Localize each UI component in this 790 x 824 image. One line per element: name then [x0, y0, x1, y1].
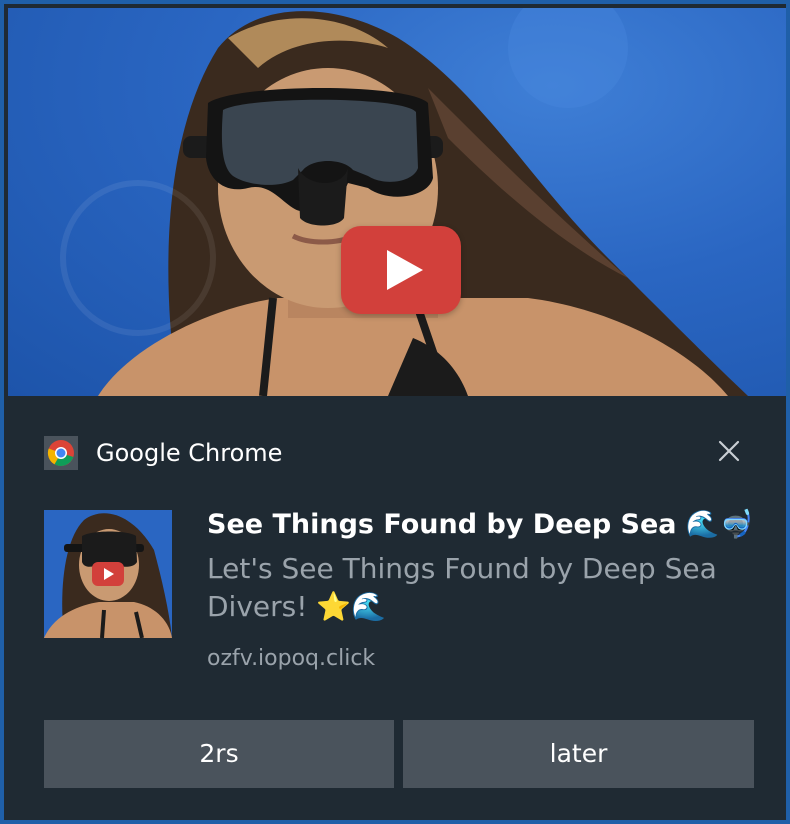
notification-source: ozfv.iopoq.click — [207, 646, 376, 671]
hero-image[interactable] — [8, 8, 786, 396]
chrome-notification-toast[interactable]: Google Chrome See Things Found by Deep S… — [0, 0, 790, 824]
chrome-logo-icon — [44, 436, 78, 470]
notification-title: See Things Found by Deep Sea 🌊🤿 — [207, 509, 754, 540]
action-button-2rs[interactable]: 2rs — [44, 720, 394, 788]
play-button[interactable] — [341, 226, 461, 314]
diver-illustration — [60, 8, 749, 396]
app-name: Google Chrome — [96, 439, 283, 467]
notification-message: Let's See Things Found by Deep Sea Diver… — [207, 552, 717, 623]
close-icon — [718, 440, 740, 462]
play-icon — [387, 250, 423, 290]
notification-header: Google Chrome — [44, 434, 754, 470]
notification-thumbnail — [44, 510, 172, 638]
thumbnail-play-icon — [92, 562, 124, 586]
action-button-later[interactable]: later — [403, 720, 754, 788]
close-button[interactable] — [714, 436, 744, 466]
